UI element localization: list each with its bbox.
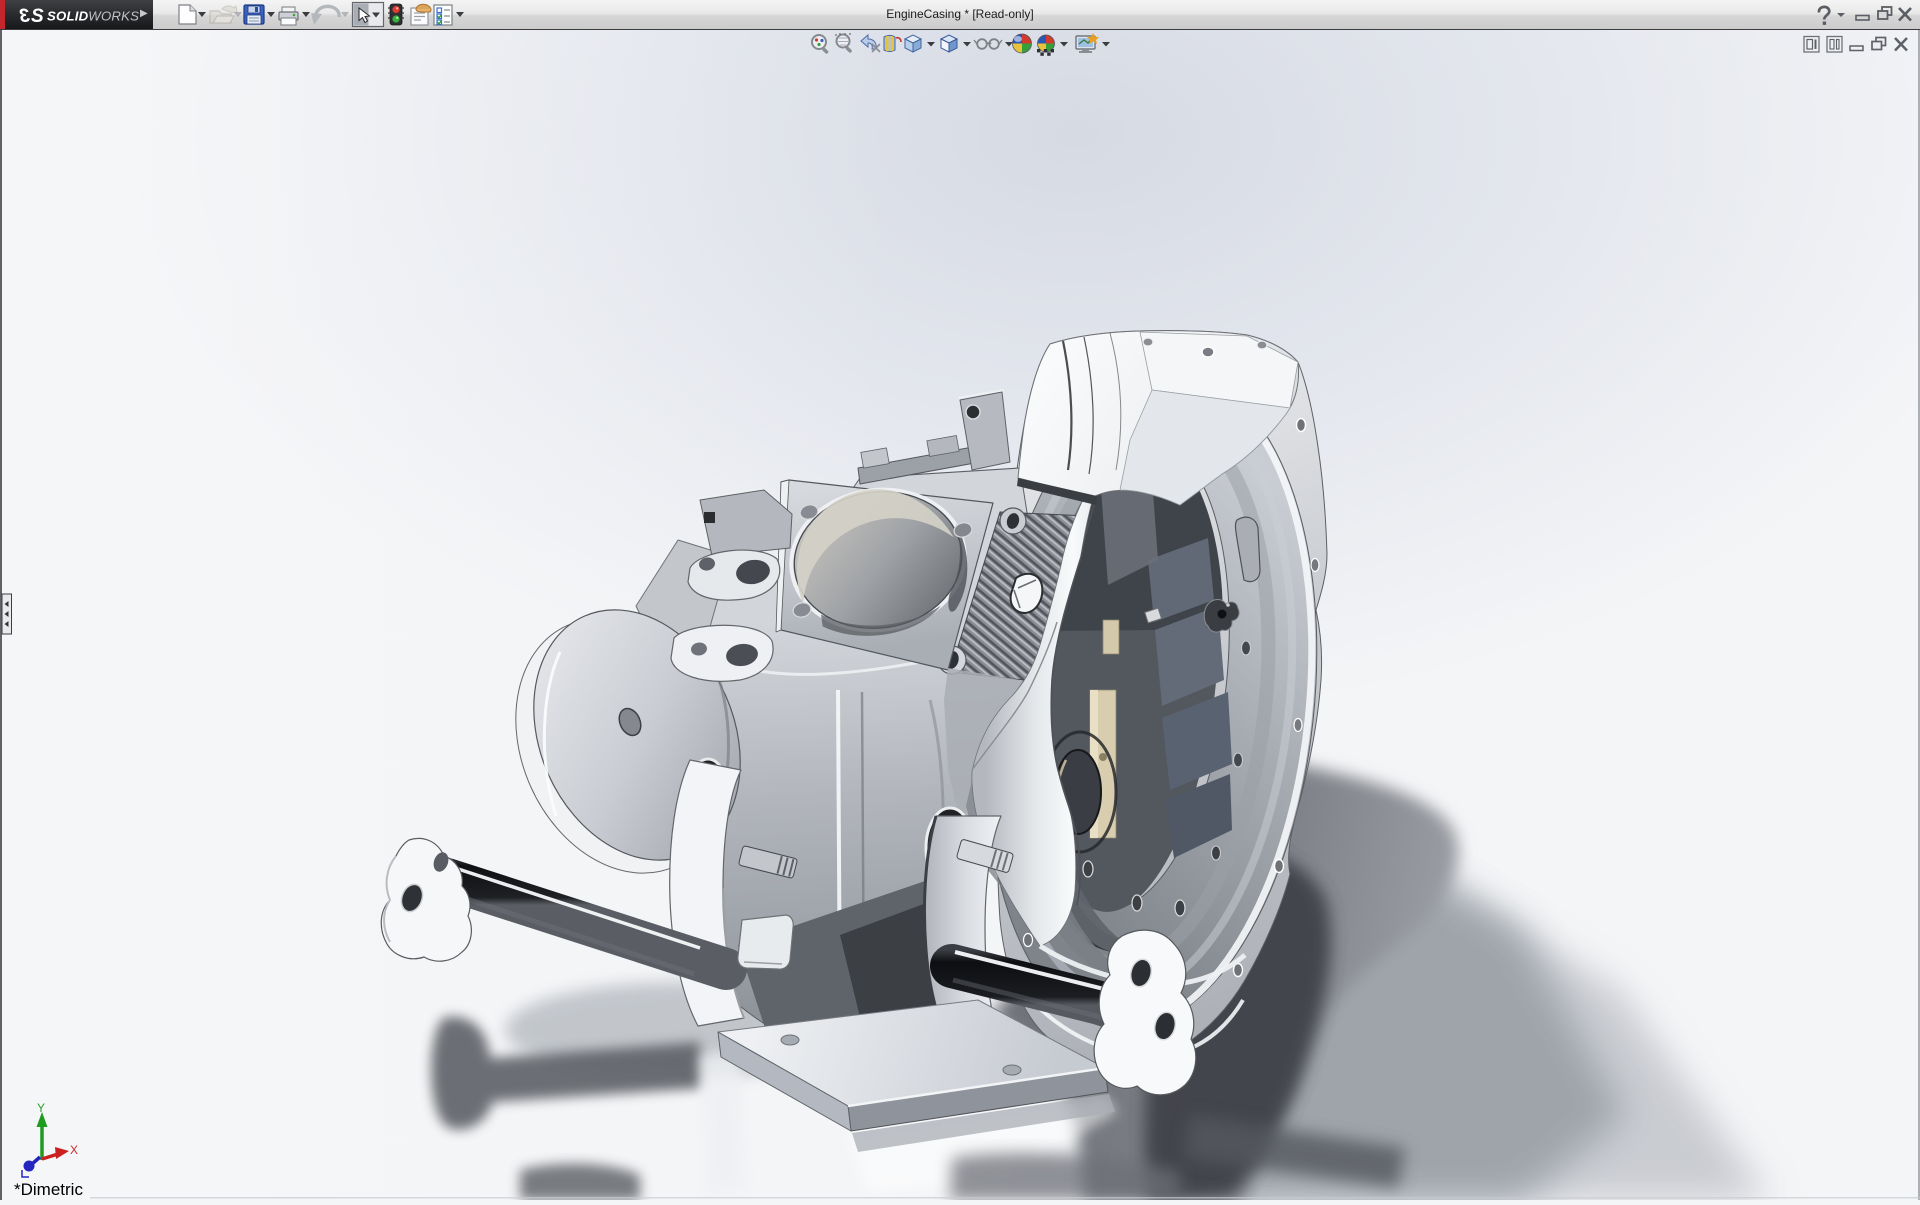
svg-text:Y: Y xyxy=(37,1101,45,1115)
svg-text:X: X xyxy=(70,1143,78,1157)
